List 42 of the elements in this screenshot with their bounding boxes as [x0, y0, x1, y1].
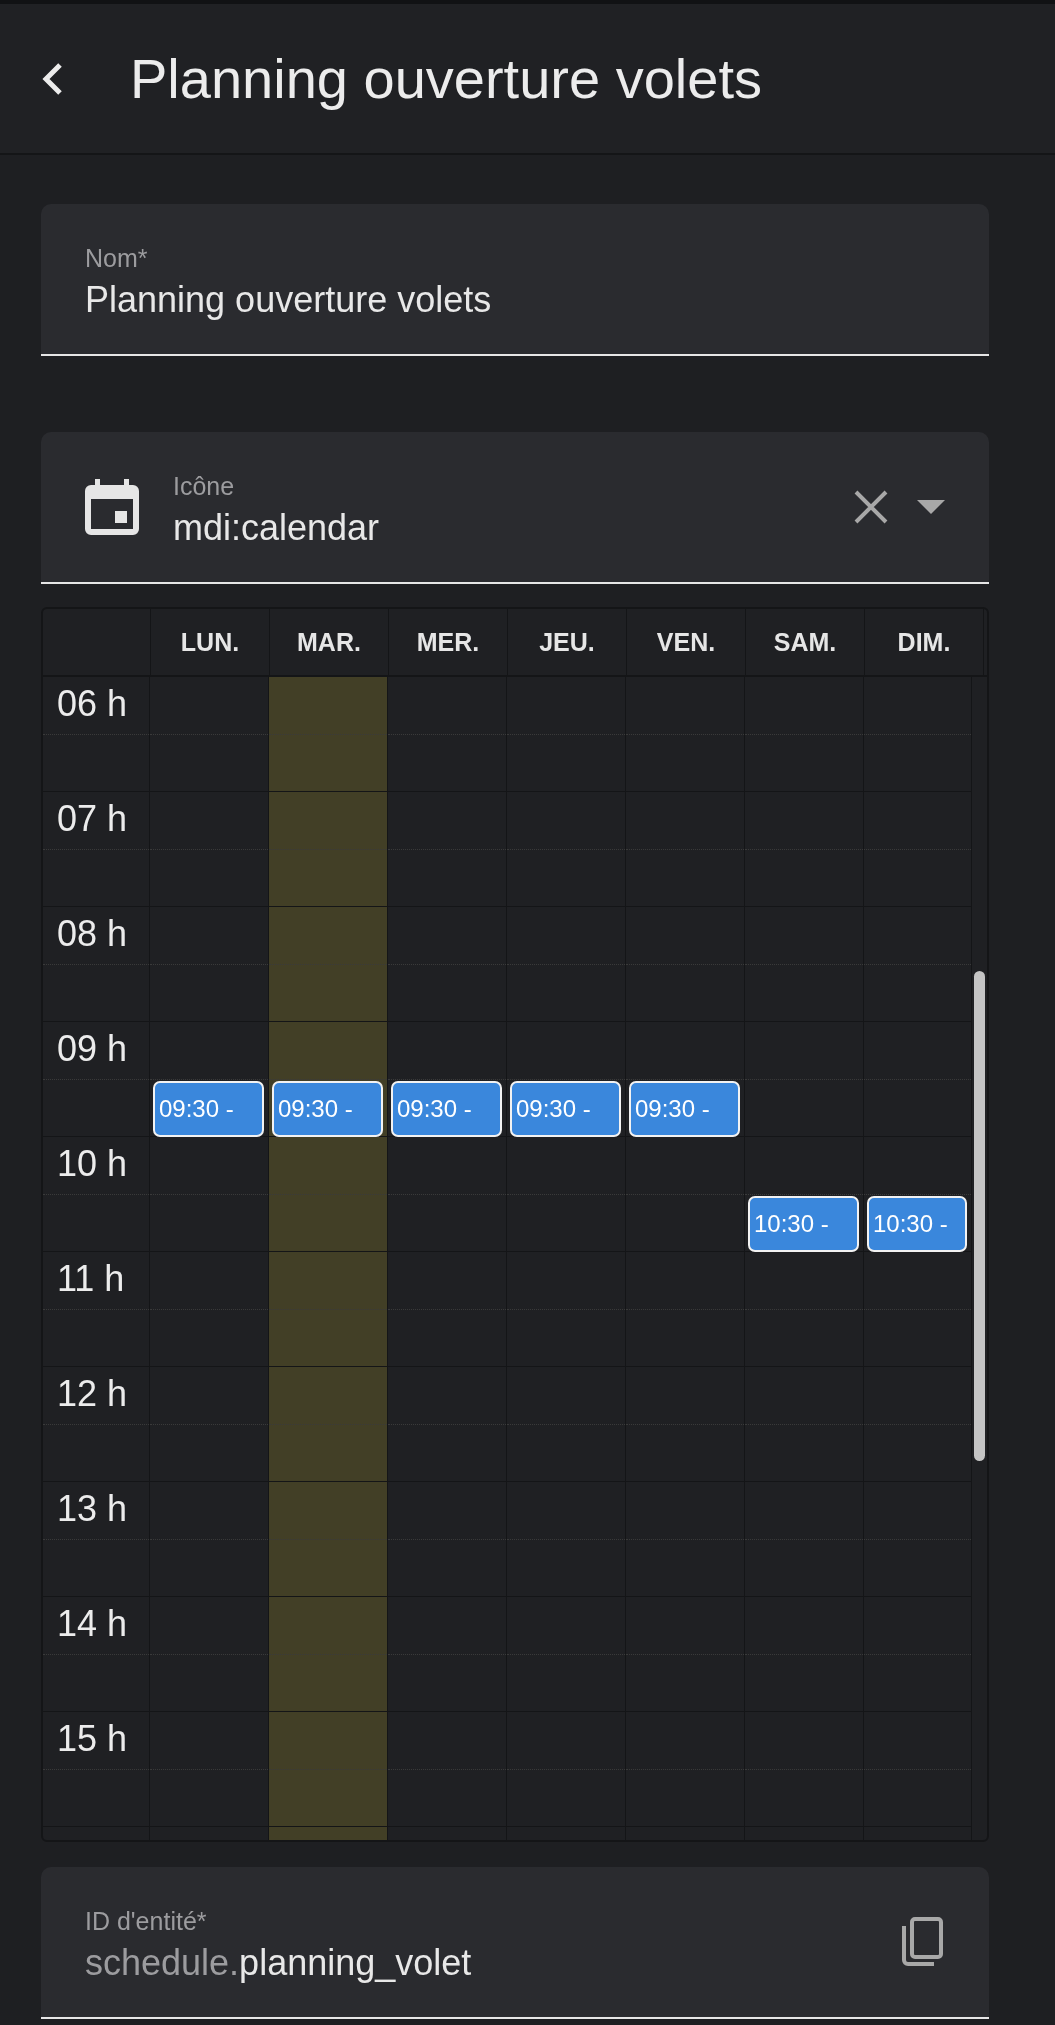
hour-label: 11 h [57, 1258, 125, 1299]
field-value: mdi:calendar [173, 506, 381, 549]
copy-button[interactable] [899, 1916, 945, 1968]
day-header: LUN. [180, 627, 240, 657]
day-header: MAR. [297, 627, 361, 657]
day-header: VEN. [656, 627, 716, 657]
field-label: Icône [173, 471, 236, 501]
schedule-event[interactable]: 10:30 - [748, 1195, 859, 1252]
dropdown-button[interactable] [917, 500, 945, 514]
schedule-event[interactable]: 10:30 - [867, 1195, 967, 1252]
hour-label: 09 h [57, 1028, 128, 1069]
hour-label: 12 h [57, 1373, 128, 1414]
close-icon [853, 489, 889, 525]
schedule-event[interactable]: 09:30 - [272, 1080, 383, 1137]
schedule-event[interactable]: 09:30 - [629, 1080, 740, 1137]
day-header: DIM. [897, 627, 951, 657]
hour-label: 08 h [57, 913, 128, 954]
hour-label: 13 h [57, 1488, 128, 1529]
schedule-event[interactable]: 09:30 - [510, 1080, 621, 1137]
icon-picker-field[interactable]: Icône mdi:calendar [41, 432, 989, 584]
day-header: MER. [416, 627, 480, 657]
copy-icon [899, 1916, 945, 1968]
field-value: Planning ouverture volets [85, 278, 493, 321]
hour-label: 15 h [57, 1718, 128, 1759]
field-label: Nom* [85, 243, 149, 273]
field-label: ID d'entité* [85, 1906, 208, 1936]
schedule-event[interactable]: 09:30 - [391, 1080, 502, 1137]
hour-label: 07 h [57, 798, 128, 839]
schedule-event[interactable]: 09:30 - [153, 1080, 264, 1137]
day-header: JEU. [539, 627, 595, 657]
hour-label: 14 h [57, 1603, 128, 1644]
hour-label: 10 h [57, 1143, 128, 1184]
page-title: Planning ouverture volets [130, 46, 762, 111]
day-header: SAM. [773, 627, 837, 657]
calendar-icon [85, 479, 139, 535]
entity-id-field[interactable]: ID d'entité* schedule.planning_volet [41, 1867, 989, 2019]
field-value: schedule.planning_volet [85, 1941, 473, 1984]
clear-button[interactable] [853, 489, 889, 525]
caret-icon [917, 500, 945, 514]
name-field[interactable]: Nom* Planning ouverture volets [41, 204, 989, 356]
hour-label: 06 h [57, 683, 128, 724]
scrollbar[interactable] [974, 971, 985, 1461]
